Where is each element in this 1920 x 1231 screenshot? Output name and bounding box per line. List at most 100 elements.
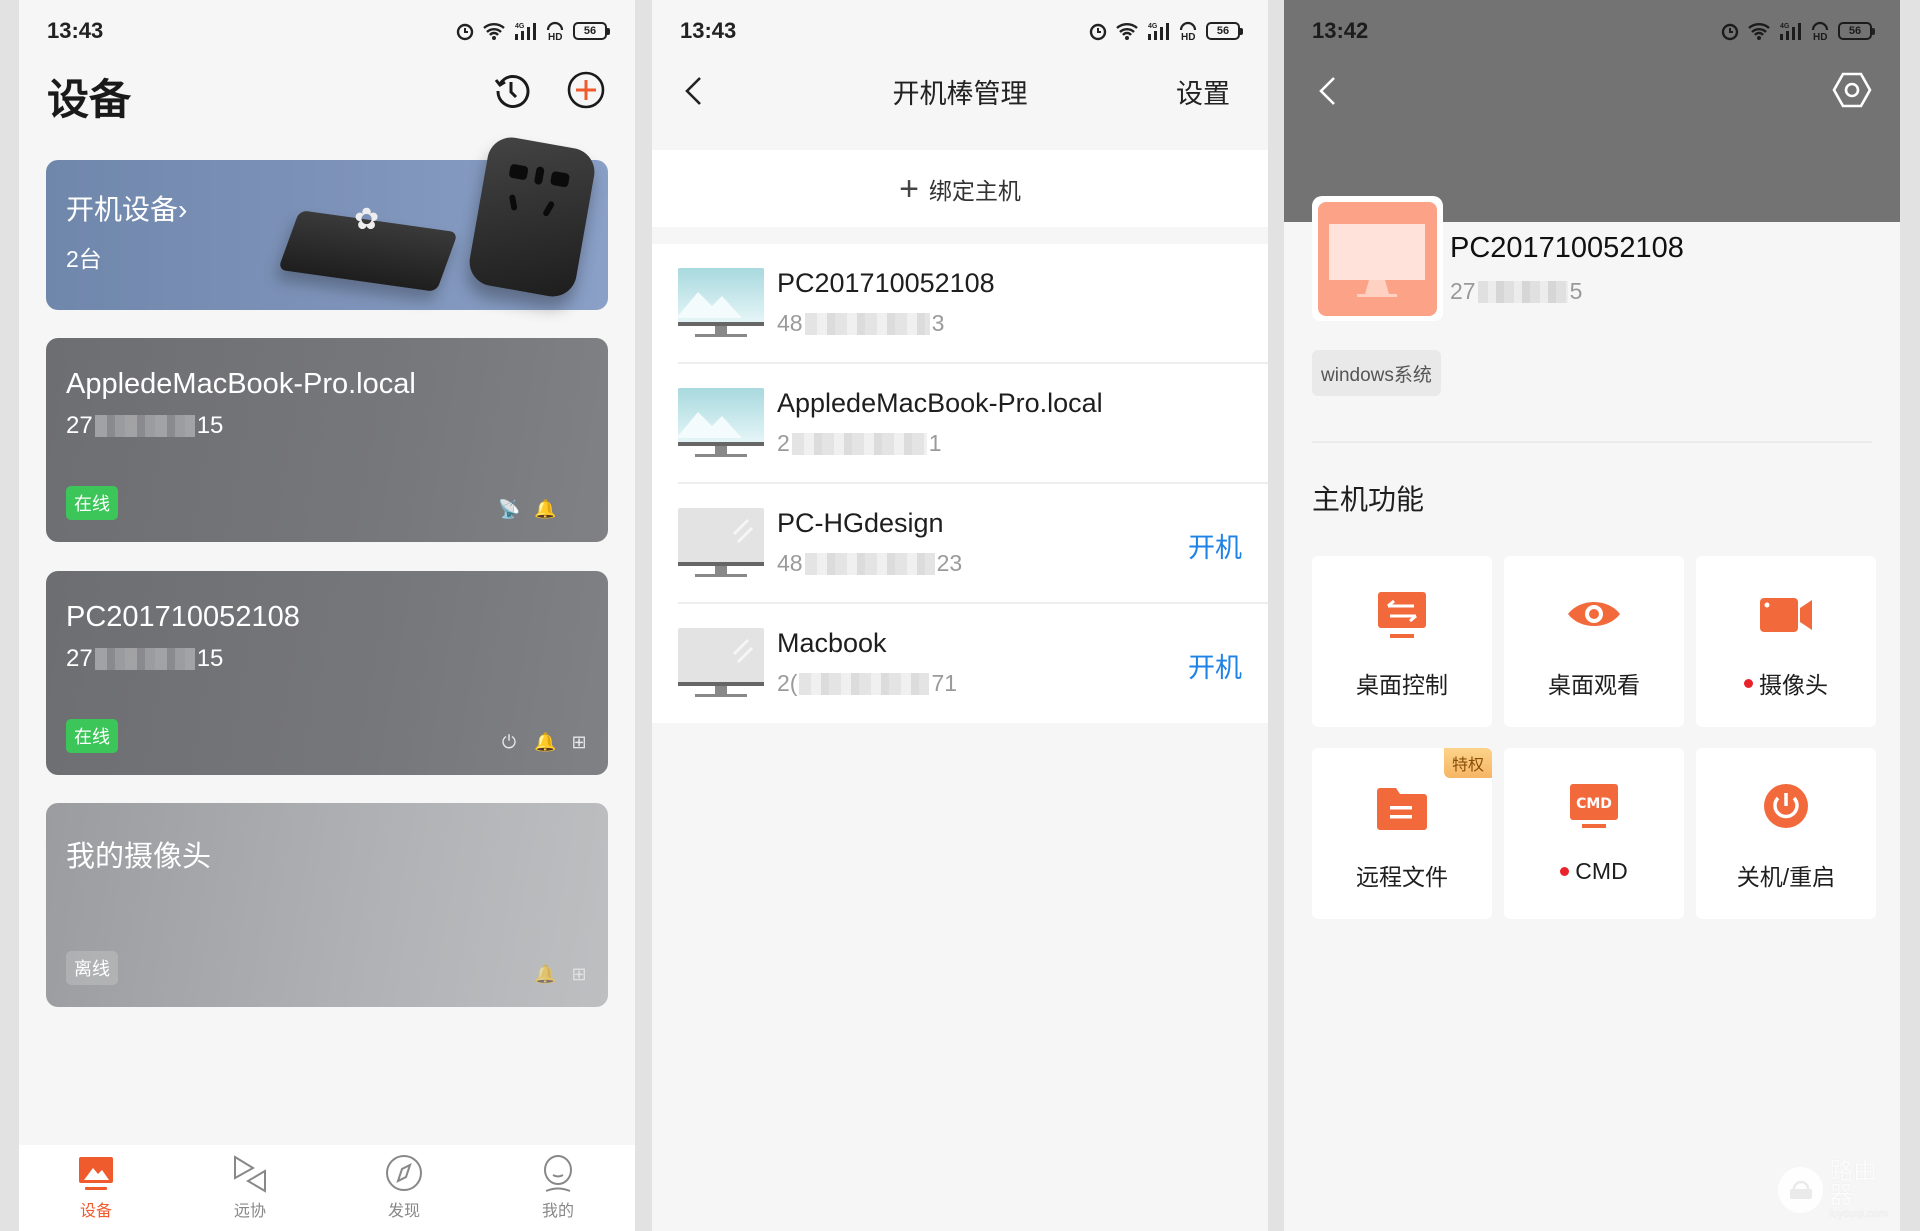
status-time: 13:43	[680, 18, 737, 43]
battery-icon: 56	[573, 22, 610, 40]
section-title: 主机功能	[1312, 484, 1425, 515]
eye-icon	[1568, 602, 1620, 626]
nav-tab-devices[interactable]: 设备	[19, 1145, 173, 1231]
apple-icon	[568, 498, 590, 520]
power-icon	[1764, 784, 1808, 828]
power-icon[interactable]: ⏻	[498, 731, 520, 753]
host-id: 2(71	[777, 670, 958, 696]
svg-text:4G: 4G	[1148, 23, 1158, 30]
device-name: AppledeMacBook-Pro.local	[66, 368, 416, 400]
device-card[interactable]: AppledeMacBook-Pro.local 27 15 在线 📡 🔔	[46, 338, 608, 542]
power-stick-management-screen: 13:43 4G HD 56 开机棒管理 设置 + 绑定主机 PC2017100…	[652, 0, 1268, 1231]
page-title: 设备	[47, 76, 132, 123]
host-row[interactable]: AppledeMacBook-Pro.local 21	[652, 364, 1268, 484]
function-camera[interactable]: 摄像头	[1696, 556, 1876, 727]
alarm-icon	[1721, 23, 1739, 41]
host-list: PC201710052108 48 3 AppledeMacBook-Pro.lo…	[652, 244, 1268, 723]
device-name: PC201710052108	[66, 601, 300, 633]
nav-tab-discover[interactable]: 发现	[327, 1145, 481, 1231]
hd-call-icon: HD	[546, 21, 564, 41]
divider	[1312, 441, 1872, 443]
nav-tab-remote-assist[interactable]: 远协	[173, 1145, 327, 1231]
function-desktop-control[interactable]: 桌面控制	[1312, 556, 1492, 727]
host-row[interactable]: PC-HGdesign 48 23 开机	[652, 484, 1268, 604]
monitor-online-icon	[678, 268, 764, 337]
status-bar: 13:43 4G HD 56	[680, 16, 1243, 46]
new-dot	[1744, 678, 1753, 688]
host-name: AppledeMacBook-Pro.local	[777, 388, 1103, 418]
host-id: 48 3	[777, 310, 945, 336]
status-bar: 13:42 4G HD 56	[1312, 16, 1875, 46]
function-cmd[interactable]: CMD CMD	[1504, 748, 1684, 919]
wifi-icon	[1748, 23, 1770, 40]
host-name: Macbook	[777, 628, 887, 658]
bell-icon[interactable]: 🔔	[534, 498, 556, 520]
watermark: 路由器 luyouqi.com	[1778, 1160, 1900, 1220]
devices-screen: 13:43 4G HD 56 设备 开机设备› 2台 ✿ AppledeMacB…	[19, 0, 635, 1231]
folder-icon	[1377, 788, 1427, 830]
monitor-icon	[1329, 224, 1425, 297]
device-name: 我的摄像头	[66, 841, 212, 873]
function-remote-files[interactable]: 特权 远程文件	[1312, 748, 1492, 919]
status-badge: 在线	[66, 486, 118, 520]
desktop-control-icon	[1378, 592, 1426, 638]
chevron-right-icon: ›	[178, 194, 188, 225]
host-avatar	[1312, 196, 1443, 321]
function-power-restart[interactable]: 关机/重启	[1696, 748, 1876, 919]
video-camera-icon	[1760, 598, 1812, 632]
remote-assist-icon	[234, 1155, 266, 1193]
status-badge: 在线	[66, 719, 118, 753]
gear-logo-icon: ✿	[354, 203, 380, 236]
device-id: 27 15	[66, 412, 224, 439]
os-tag: windows系统	[1312, 350, 1441, 396]
privilege-badge: 特权	[1443, 748, 1492, 778]
hd-call-icon: HD	[1811, 21, 1829, 41]
monitor-offline-icon	[678, 508, 764, 577]
svg-text:CMD: CMD	[1576, 796, 1612, 812]
bind-host-label: 绑定主机	[928, 177, 1021, 204]
function-desktop-view[interactable]: 桌面观看	[1504, 556, 1684, 727]
device-card[interactable]: 我的摄像头 离线 🔔 ⊞	[46, 803, 608, 1007]
host-id: 21	[777, 430, 942, 456]
device-id: 27 15	[66, 645, 224, 672]
satellite-icon[interactable]: 📡	[498, 498, 520, 520]
signal-icon: 4G	[1148, 23, 1169, 40]
devices-icon	[79, 1157, 113, 1190]
router-logo-icon	[1778, 1167, 1824, 1213]
plus-icon: +	[899, 169, 919, 208]
wifi-icon	[1116, 23, 1138, 40]
battery-icon: 56	[1206, 22, 1243, 40]
settings-button[interactable]: 设置	[1176, 72, 1230, 111]
host-row[interactable]: PC201710052108 48 3	[652, 244, 1268, 364]
add-circle-icon[interactable]	[566, 70, 606, 110]
power-on-button[interactable]: 开机	[1188, 526, 1242, 565]
new-dot	[1560, 867, 1570, 876]
banner-count: 2台	[66, 246, 102, 272]
bind-host-button[interactable]: + 绑定主机	[652, 150, 1268, 227]
back-icon[interactable]	[1316, 74, 1340, 108]
compass-icon	[386, 1155, 422, 1191]
device-card[interactable]: PC201710052108 27 15 在线 ⏻ 🔔 ⊞	[46, 571, 608, 775]
power-devices-banner[interactable]: 开机设备› 2台 ✿	[46, 133, 608, 310]
host-id: 27 5	[1450, 278, 1583, 304]
windows-icon: ⊞	[571, 964, 587, 984]
bottom-nav: 设备 远协 发现 我的	[19, 1145, 635, 1231]
status-time: 13:42	[1312, 18, 1369, 43]
profile-icon	[544, 1155, 572, 1192]
banner-title: 开机设备›	[66, 194, 188, 225]
signal-icon: 4G	[515, 23, 536, 40]
host-id: 48 23	[777, 550, 963, 576]
power-on-button[interactable]: 开机	[1188, 646, 1242, 685]
host-name: PC-HGdesign	[777, 508, 944, 538]
host-name: PC201710052108	[1450, 232, 1684, 264]
windows-icon: ⊞	[571, 732, 587, 752]
bell-icon[interactable]: 🔔	[534, 731, 556, 753]
wifi-icon	[483, 23, 505, 40]
svg-text:4G: 4G	[1780, 23, 1790, 30]
status-badge: 离线	[66, 951, 118, 985]
history-icon[interactable]	[493, 72, 531, 110]
host-row[interactable]: Macbook 2(71 开机	[652, 604, 1268, 724]
bell-icon[interactable]: 🔔	[534, 963, 556, 985]
settings-gear-icon[interactable]	[1832, 70, 1872, 110]
nav-tab-profile[interactable]: 我的	[481, 1145, 635, 1231]
